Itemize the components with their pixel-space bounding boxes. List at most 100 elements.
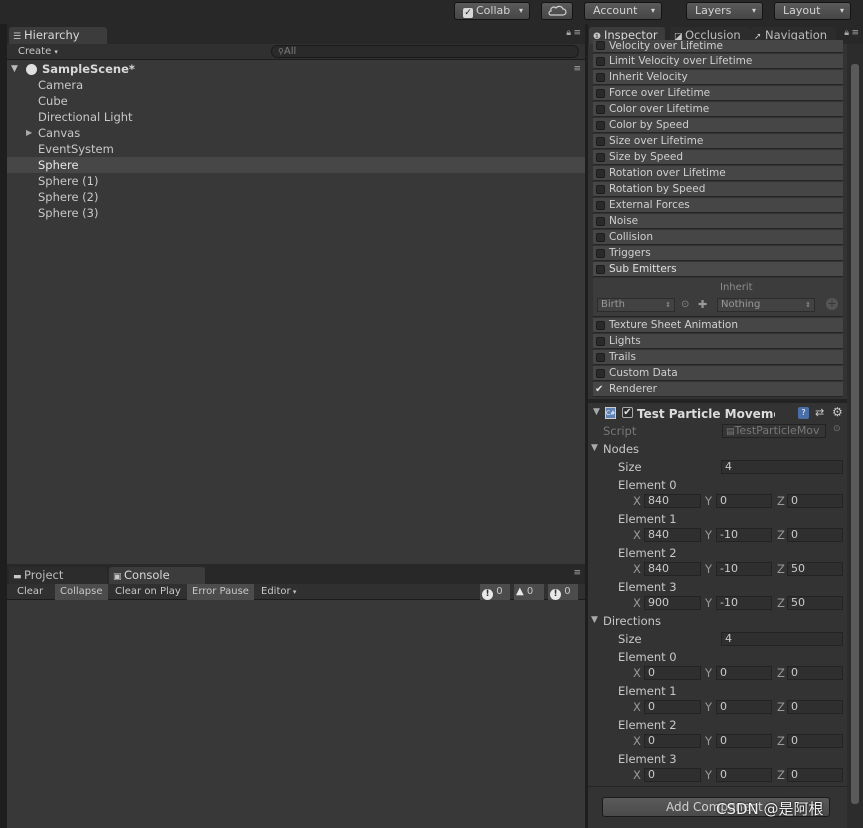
module-row[interactable]: External Forces bbox=[593, 198, 843, 213]
help-icon[interactable]: ? bbox=[798, 407, 809, 419]
hierarchy-item[interactable]: Sphere (3) bbox=[7, 205, 585, 221]
collab-button[interactable]: ✓ Collab ▾ bbox=[454, 2, 530, 20]
module-checkbox[interactable] bbox=[596, 249, 605, 258]
module-checkbox[interactable] bbox=[596, 73, 605, 82]
hierarchy-item[interactable]: EventSystem bbox=[7, 141, 585, 157]
menu-icon[interactable]: ≡ bbox=[851, 28, 859, 38]
clear-button[interactable]: Clear bbox=[12, 584, 48, 600]
module-checkbox[interactable] bbox=[596, 353, 605, 362]
clear-on-play-button[interactable]: Clear on Play bbox=[110, 584, 186, 600]
node-x-field[interactable]: 840 bbox=[644, 528, 701, 542]
tab-hierarchy[interactable]: ☰ Hierarchy bbox=[9, 27, 107, 44]
direction-x-field[interactable]: 0 bbox=[644, 666, 701, 680]
module-checkbox[interactable] bbox=[596, 137, 605, 146]
layers-button[interactable]: Layers ▾ bbox=[686, 2, 763, 20]
nodes-size-field[interactable]: 4 bbox=[721, 460, 843, 474]
scrollbar-thumb[interactable] bbox=[851, 64, 859, 804]
direction-z-field[interactable]: 0 bbox=[787, 734, 843, 748]
module-checkbox[interactable] bbox=[596, 337, 605, 346]
log-toggle[interactable]: ! 0 bbox=[480, 584, 510, 600]
lock-icon[interactable]: 🔒︎ bbox=[844, 28, 849, 38]
expand-arrow-icon[interactable]: ▼ bbox=[591, 443, 598, 453]
module-row[interactable]: Custom Data bbox=[593, 366, 843, 381]
preset-icon[interactable]: ⇄ bbox=[815, 406, 824, 419]
module-checkbox[interactable] bbox=[596, 153, 605, 162]
module-checkbox[interactable] bbox=[596, 185, 605, 194]
tab-project[interactable]: ▬ Project bbox=[9, 567, 107, 584]
birth-dropdown[interactable]: Birth ⇕ bbox=[597, 298, 675, 312]
node-x-field[interactable]: 840 bbox=[644, 494, 701, 508]
error-pause-button[interactable]: Error Pause bbox=[187, 584, 254, 600]
collapse-button[interactable]: Collapse bbox=[55, 584, 108, 600]
module-row[interactable]: Velocity over Lifetime bbox=[593, 40, 843, 53]
module-row[interactable]: Limit Velocity over Lifetime bbox=[593, 54, 843, 69]
node-x-field[interactable]: 840 bbox=[644, 562, 701, 576]
hierarchy-item[interactable]: ▶ Canvas bbox=[7, 125, 585, 141]
module-checkbox[interactable] bbox=[596, 41, 605, 50]
module-checkbox[interactable] bbox=[596, 321, 605, 330]
direction-x-field[interactable]: 0 bbox=[644, 734, 701, 748]
node-y-field[interactable]: -10 bbox=[716, 596, 772, 610]
plus-icon[interactable]: ✚ bbox=[698, 298, 707, 311]
direction-z-field[interactable]: 0 bbox=[787, 666, 843, 680]
module-row[interactable]: Trails bbox=[593, 350, 843, 365]
module-checkbox[interactable] bbox=[596, 89, 605, 98]
module-row-expanded[interactable]: Sub Emitters bbox=[593, 262, 843, 277]
module-row[interactable]: Noise bbox=[593, 214, 843, 229]
menu-icon[interactable]: ≡ bbox=[573, 61, 581, 77]
menu-icon[interactable]: ≡ bbox=[573, 28, 581, 38]
direction-y-field[interactable]: 0 bbox=[716, 700, 772, 714]
cloud-button[interactable] bbox=[541, 2, 573, 20]
enabled-checkbox[interactable]: ✔ bbox=[622, 407, 633, 418]
module-row[interactable]: Lights bbox=[593, 334, 843, 349]
script-field[interactable]: ▤TestParticleMov bbox=[722, 424, 826, 438]
account-button[interactable]: Account ▾ bbox=[584, 2, 662, 20]
node-z-field[interactable]: 50 bbox=[787, 562, 843, 576]
direction-y-field[interactable]: 0 bbox=[716, 768, 772, 782]
module-checkbox[interactable] bbox=[596, 169, 605, 178]
gear-icon[interactable]: ⚙ bbox=[832, 405, 843, 419]
expand-arrow-icon[interactable]: ▶ bbox=[26, 125, 32, 141]
node-y-field[interactable]: -10 bbox=[716, 528, 772, 542]
hierarchy-item[interactable]: Sphere (1) bbox=[7, 173, 585, 189]
target-icon[interactable]: ⊙ bbox=[833, 424, 841, 434]
module-row[interactable]: Texture Sheet Animation bbox=[593, 318, 843, 333]
node-z-field[interactable]: 0 bbox=[787, 494, 843, 508]
directions-size-field[interactable]: 4 bbox=[721, 632, 843, 646]
module-row[interactable]: ✔ Renderer bbox=[593, 382, 843, 397]
module-row[interactable]: Size by Speed bbox=[593, 150, 843, 165]
module-checkbox[interactable] bbox=[596, 105, 605, 114]
check-icon[interactable]: ✔ bbox=[595, 385, 604, 395]
module-checkbox[interactable] bbox=[596, 369, 605, 378]
scene-row[interactable]: ▼ SampleScene* ≡ bbox=[7, 61, 585, 77]
node-z-field[interactable]: 0 bbox=[787, 528, 843, 542]
hierarchy-item[interactable]: Directional Light bbox=[7, 109, 585, 125]
node-y-field[interactable]: -10 bbox=[716, 562, 772, 576]
search-input[interactable]: ⚲All bbox=[271, 45, 579, 58]
direction-z-field[interactable]: 0 bbox=[787, 768, 843, 782]
tab-console[interactable]: ▣ Console bbox=[109, 567, 205, 584]
add-circle-icon[interactable]: + bbox=[826, 298, 838, 310]
direction-x-field[interactable]: 0 bbox=[644, 700, 701, 714]
module-checkbox[interactable] bbox=[596, 121, 605, 130]
module-checkbox[interactable] bbox=[596, 201, 605, 210]
module-row[interactable]: Inherit Velocity bbox=[593, 70, 843, 85]
layout-button[interactable]: Layout ▾ bbox=[774, 2, 851, 20]
expand-arrow-icon[interactable]: ▼ bbox=[591, 615, 598, 625]
module-row[interactable]: Color over Lifetime bbox=[593, 102, 843, 117]
module-row[interactable]: Triggers bbox=[593, 246, 843, 261]
create-button[interactable]: Create ▾ bbox=[13, 44, 63, 60]
module-row[interactable]: Rotation over Lifetime bbox=[593, 166, 843, 181]
component-header[interactable]: ▼ C# ✔ Test Particle Moveme ? ⇄ ⚙ bbox=[590, 405, 847, 423]
lock-icon[interactable]: 🔒︎ bbox=[566, 28, 571, 38]
direction-y-field[interactable]: 0 bbox=[716, 734, 772, 748]
module-checkbox[interactable] bbox=[596, 265, 605, 274]
inherit-dropdown[interactable]: Nothing ⇕ bbox=[717, 298, 815, 312]
target-icon[interactable]: ⊙ bbox=[681, 299, 689, 310]
direction-x-field[interactable]: 0 bbox=[644, 768, 701, 782]
hierarchy-item[interactable]: Cube bbox=[7, 93, 585, 109]
error-toggle[interactable]: ! 0 bbox=[548, 584, 578, 600]
hierarchy-item[interactable]: Camera bbox=[7, 77, 585, 93]
module-checkbox[interactable] bbox=[596, 217, 605, 226]
module-row[interactable]: Size over Lifetime bbox=[593, 134, 843, 149]
